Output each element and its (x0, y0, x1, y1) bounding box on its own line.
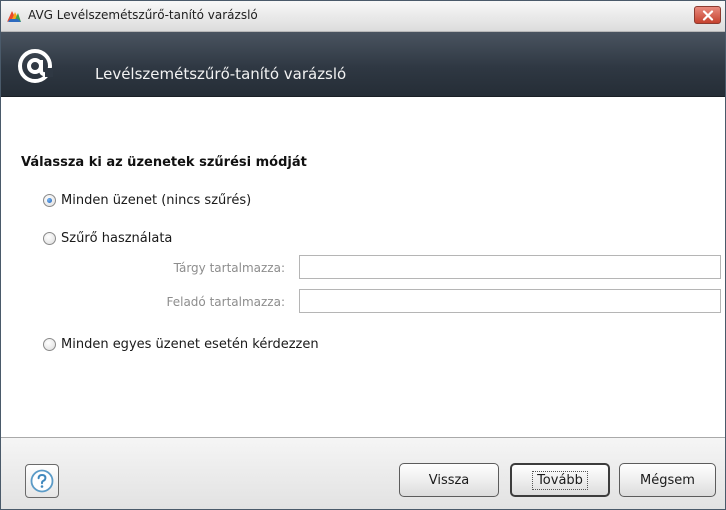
wizard-window: AVG Levélszemétszűrő-tanító varázsló Lev… (0, 0, 726, 510)
radio-button[interactable] (43, 337, 56, 351)
header-title: Levélszemétszűrő-tanító varázsló (95, 65, 347, 83)
subject-contains-input[interactable] (299, 255, 721, 279)
close-icon (702, 10, 714, 21)
sender-contains-label: Feladó tartalmazza: (166, 295, 285, 309)
cancel-button-label: Mégsem (640, 472, 695, 488)
close-button[interactable] (694, 6, 721, 24)
radio-button[interactable] (43, 193, 56, 207)
header-banner: Levélszemétszűrő-tanító varázsló (1, 32, 725, 97)
radio-label: Minden üzenet (nincs szűrés) (61, 192, 252, 208)
radio-label: Szűrő használata (61, 230, 173, 246)
next-button-label: Tovább (532, 470, 588, 490)
back-button-label: Vissza (428, 472, 470, 488)
subject-contains-label: Tárgy tartalmazza: (173, 261, 285, 275)
radio-use-filter[interactable]: Szűrő használata (43, 229, 172, 247)
help-button[interactable] (25, 464, 59, 498)
sender-contains-input[interactable] (299, 289, 721, 313)
radio-button[interactable] (43, 231, 56, 245)
radio-ask-each-message[interactable]: Minden egyes üzenet esetén kérdezzen (43, 335, 319, 353)
at-sign-icon (15, 46, 55, 86)
radio-all-messages[interactable]: Minden üzenet (nincs szűrés) (43, 191, 251, 209)
title-bar: AVG Levélszemétszűrő-tanító varázsló (1, 1, 725, 32)
section-heading: Válassza ki az üzenetek szűrési módját (21, 155, 307, 170)
next-button[interactable]: Tovább (510, 463, 610, 497)
back-button[interactable]: Vissza (399, 463, 499, 497)
cancel-button[interactable]: Mégsem (619, 463, 716, 497)
footer-bar: Vissza Tovább Mégsem (1, 438, 725, 509)
help-icon (30, 469, 54, 493)
avg-logo-icon (6, 8, 22, 24)
radio-label: Minden egyes üzenet esetén kérdezzen (61, 336, 319, 352)
window-title: AVG Levélszemétszűrő-tanító varázsló (28, 8, 258, 22)
